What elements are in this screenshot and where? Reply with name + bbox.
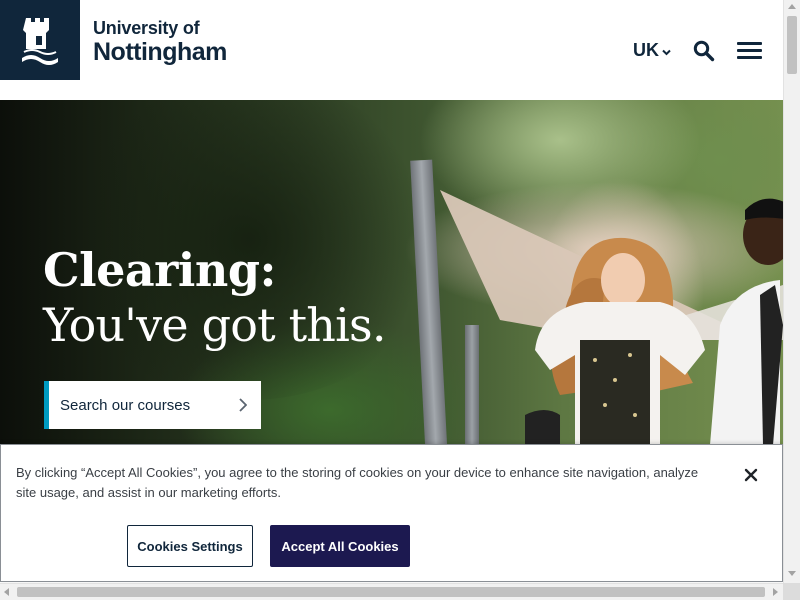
vertical-scrollbar[interactable] (783, 0, 800, 583)
close-icon (744, 468, 758, 482)
search-icon (693, 40, 715, 62)
vertical-scroll-thumb[interactable] (787, 16, 797, 74)
scrollbar-corner (783, 583, 800, 600)
castle-crest-icon (22, 18, 58, 65)
cookies-settings-button[interactable]: Cookies Settings (127, 525, 253, 567)
search-button[interactable] (693, 40, 715, 62)
hero-title-line-1: Clearing: (43, 243, 276, 297)
horizontal-scroll-thumb[interactable] (17, 587, 765, 597)
sail-pole (465, 325, 479, 445)
hero-banner: Clearing: You've got this. Search our co… (0, 100, 783, 445)
hamburger-menu-icon (737, 42, 762, 45)
student-photo-man (710, 198, 783, 445)
university-logo[interactable] (0, 0, 80, 80)
cookie-consent-text: By clicking “Accept All Cookies”, you ag… (16, 465, 699, 500)
scroll-up-arrow-icon[interactable] (788, 4, 796, 9)
region-selector[interactable]: UK (633, 40, 671, 60)
horizontal-scrollbar[interactable] (0, 583, 783, 600)
region-label: UK (633, 40, 659, 60)
scroll-down-arrow-icon[interactable] (788, 571, 796, 576)
hero-heading: Clearing: You've got this. (43, 243, 386, 353)
hamburger-menu-icon (737, 49, 762, 52)
scroll-left-arrow-icon[interactable] (4, 588, 9, 596)
brand-wordmark[interactable]: University of Nottingham (93, 18, 227, 66)
hamburger-menu-icon (737, 56, 762, 59)
main-menu-button[interactable] (737, 41, 763, 61)
chevron-right-icon (239, 398, 247, 412)
scroll-right-arrow-icon[interactable] (773, 588, 778, 596)
site-header: University of Nottingham UK (0, 0, 783, 100)
accept-all-cookies-button[interactable]: Accept All Cookies (270, 525, 410, 567)
hero-title-line-2: You've got this. (43, 298, 386, 352)
brand-line-1: University of (93, 18, 200, 38)
cookie-consent-banner: By clicking “Accept All Cookies”, you ag… (0, 444, 783, 582)
chevron-down-icon (662, 40, 671, 60)
student-photo-woman (525, 237, 705, 445)
brand-line-2: Nottingham (93, 38, 227, 66)
cookie-close-button[interactable] (743, 467, 759, 483)
search-courses-label: Search our courses (60, 396, 191, 414)
search-courses-button[interactable]: Search our courses (44, 381, 261, 429)
